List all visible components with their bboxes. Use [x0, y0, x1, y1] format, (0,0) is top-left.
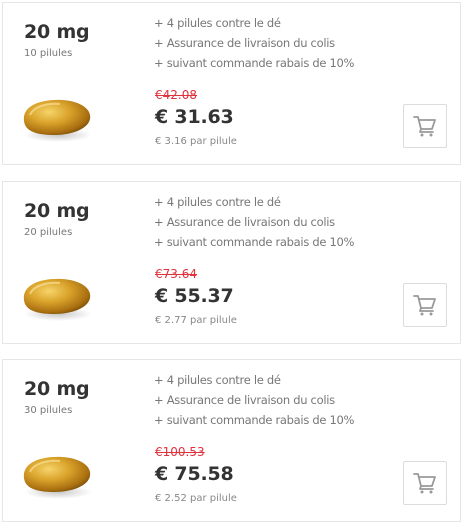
price-per-pill: € 2.77 par pilule — [155, 315, 237, 326]
feature-list: + 4 pilules contre le dé + Assurance de … — [154, 370, 354, 430]
feature-item: + 4 pilules contre le dé — [154, 373, 281, 387]
product-card: 20 mg 10 pilules + 4 pilules contre le d… — [2, 2, 461, 165]
old-price: €73.64 — [155, 267, 197, 281]
current-price: € 75.58 — [155, 463, 234, 485]
dose-label: 20 mg — [24, 21, 90, 43]
cart-icon — [413, 473, 436, 494]
feature-item: + Assurance de livraison du colis — [154, 36, 335, 50]
feature-item: + Assurance de livraison du colis — [154, 215, 335, 229]
dose-label: 20 mg — [24, 200, 90, 222]
product-card: 20 mg 20 pilules + 4 pilules contre le d… — [2, 181, 461, 344]
price-per-pill: € 2.52 par pilule — [155, 493, 237, 504]
product-card: 20 mg 30 pilules + 4 pilules contre le d… — [2, 359, 461, 522]
old-price: €42.08 — [155, 88, 197, 102]
old-price: €100.53 — [155, 445, 205, 459]
feature-list: + 4 pilules contre le dé + Assurance de … — [154, 13, 354, 73]
dose-label: 20 mg — [24, 378, 90, 400]
pill-count: 10 pilules — [24, 48, 73, 59]
feature-item: + suivant commande rabais de 10% — [154, 413, 355, 427]
add-to-cart-button[interactable] — [403, 283, 447, 327]
pill-count: 30 pilules — [24, 405, 73, 416]
feature-item: + suivant commande rabais de 10% — [154, 56, 355, 70]
pill-image — [23, 278, 92, 321]
pill-count: 20 pilules — [24, 227, 73, 238]
price-per-pill: € 3.16 par pilule — [155, 136, 237, 147]
add-to-cart-button[interactable] — [403, 104, 447, 148]
feature-item: + 4 pilules contre le dé — [154, 195, 281, 209]
cart-icon — [413, 116, 436, 137]
current-price: € 55.37 — [155, 285, 234, 307]
pill-image — [23, 99, 92, 142]
cart-icon — [413, 295, 436, 316]
feature-item: + 4 pilules contre le dé — [154, 16, 281, 30]
add-to-cart-button[interactable] — [403, 461, 447, 505]
current-price: € 31.63 — [155, 106, 234, 128]
feature-item: + Assurance de livraison du colis — [154, 393, 335, 407]
pill-image — [23, 456, 92, 499]
feature-item: + suivant commande rabais de 10% — [154, 235, 355, 249]
feature-list: + 4 pilules contre le dé + Assurance de … — [154, 192, 354, 252]
